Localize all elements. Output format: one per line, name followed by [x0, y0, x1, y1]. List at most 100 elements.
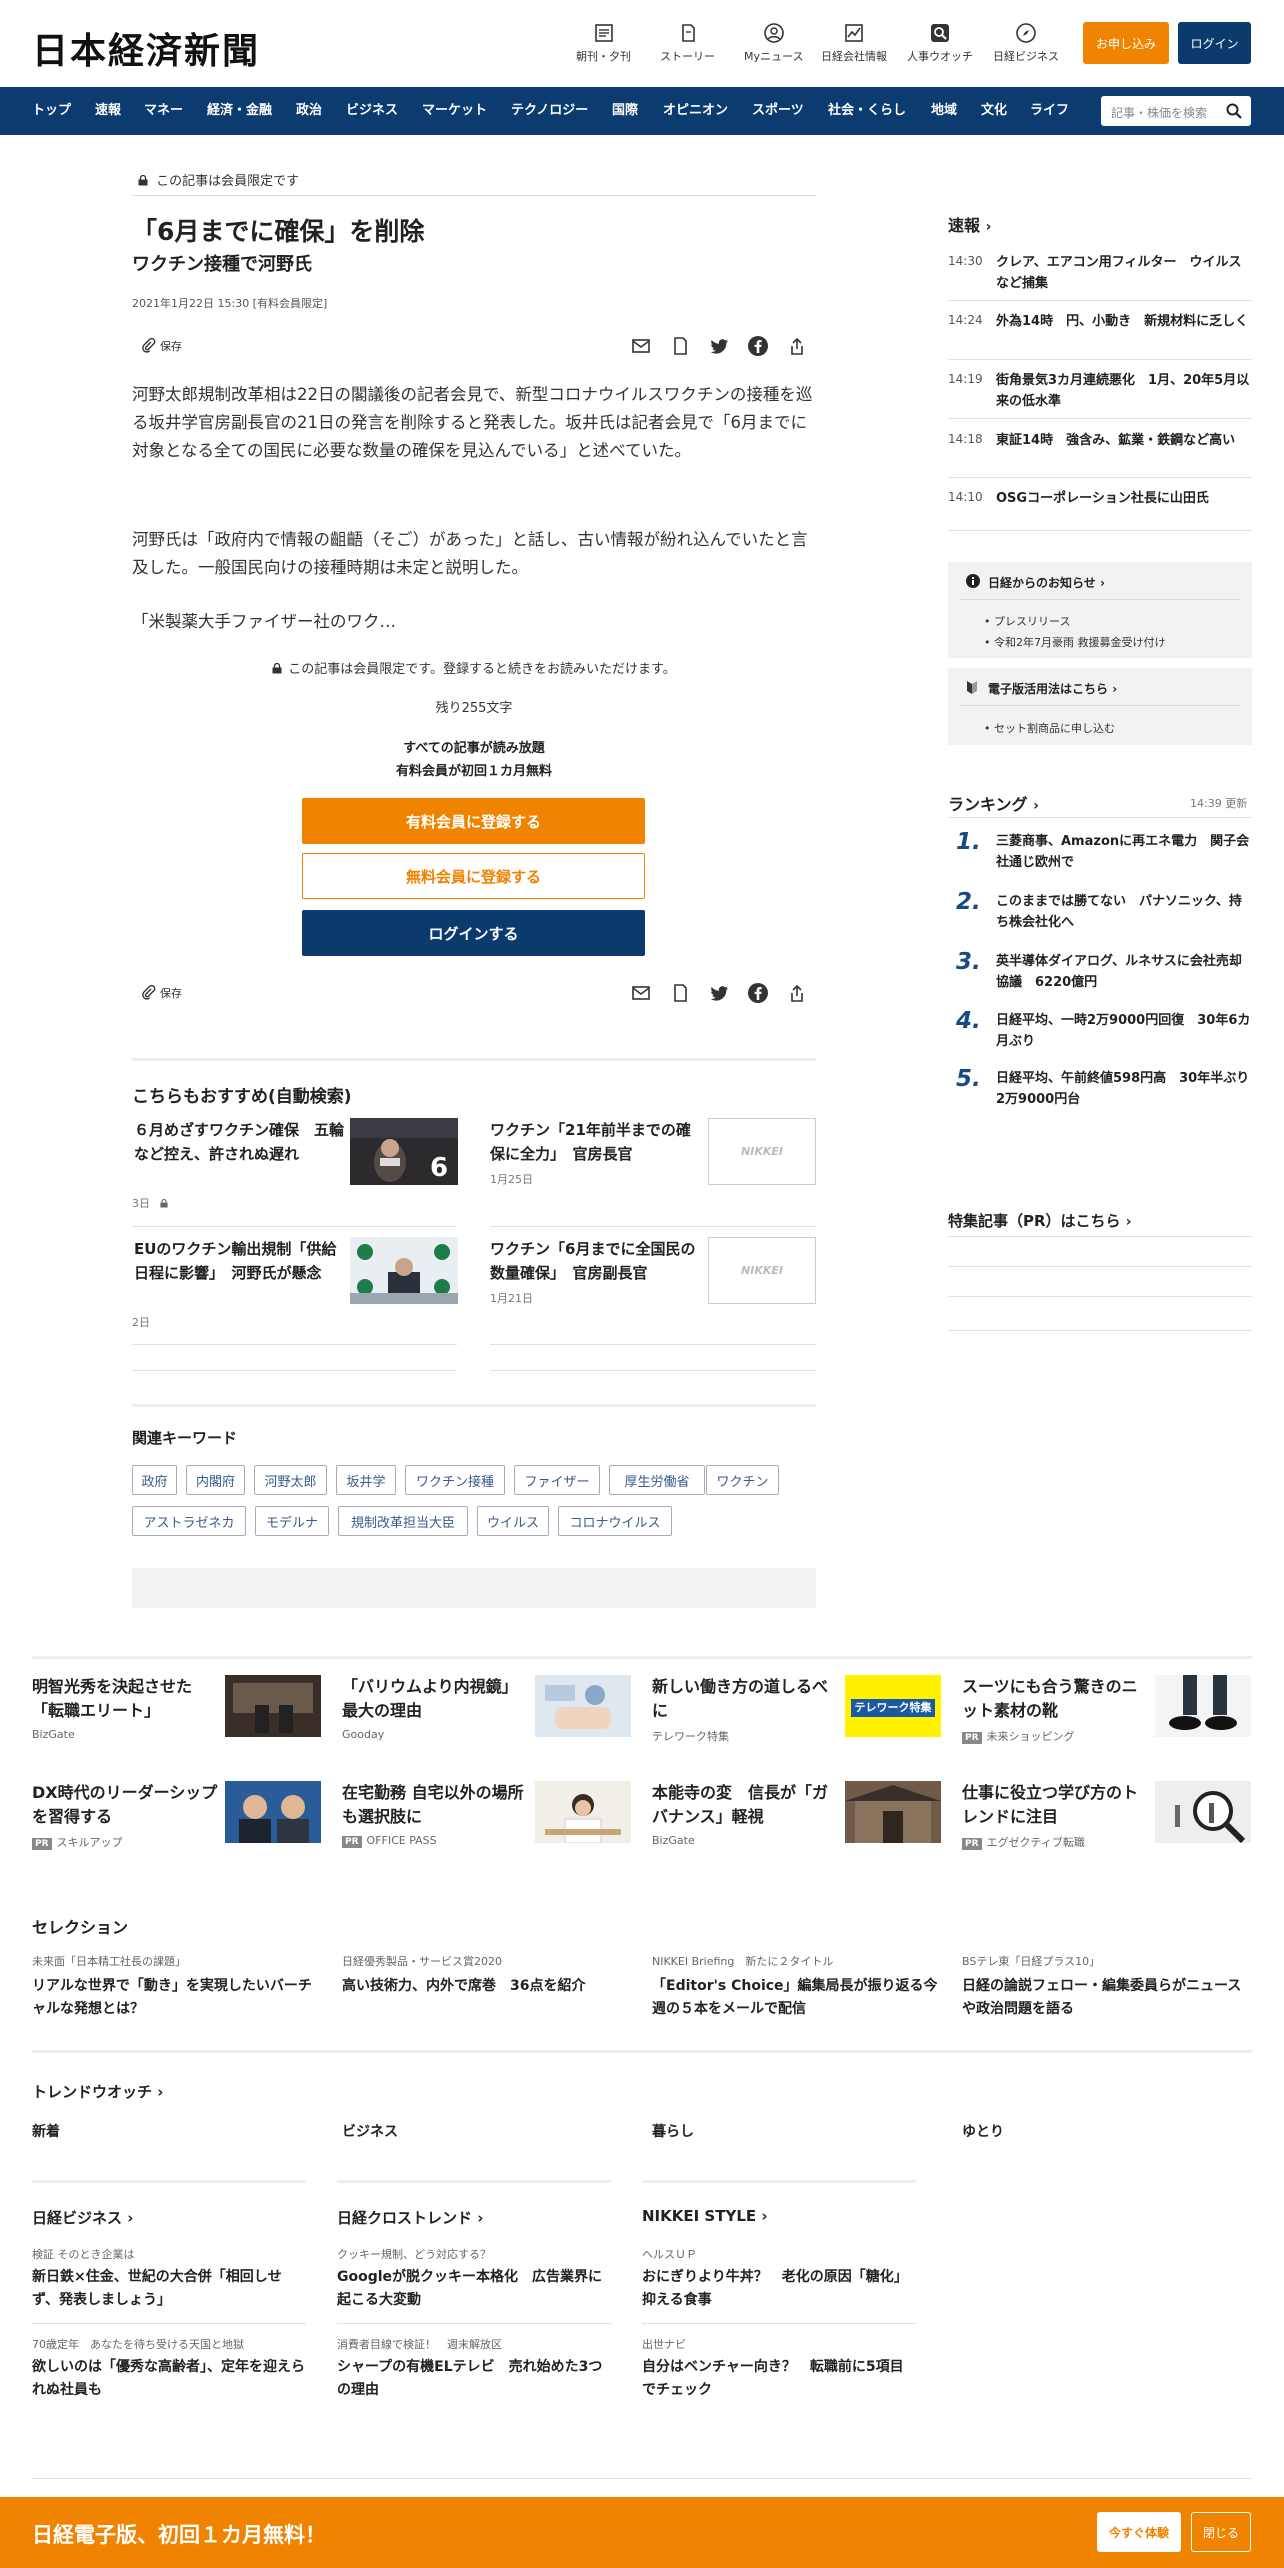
close-promo-button[interactable]: 閉じる [1191, 2512, 1251, 2552]
nav-item-market[interactable]: マーケット [422, 87, 487, 135]
clip-icon[interactable] [140, 984, 156, 1000]
keyword-tag[interactable]: 河野太郎 [254, 1465, 327, 1495]
pr-title[interactable]: スーツにも合う驚きのニット素材の靴 [962, 1675, 1152, 1723]
nikkei-logo[interactable]: 日本経済新聞 [32, 22, 260, 74]
twitter-icon[interactable] [708, 982, 730, 1004]
sokuho-item[interactable]: 14:10 OSGコーポレーション社長に山田氏 [948, 488, 1252, 522]
media-title[interactable]: シャープの有機ELテレビ 売れ始めた3つの理由 [337, 2356, 611, 2402]
clip-icon[interactable] [140, 337, 156, 353]
header-icon-mynews[interactable]: Myニュース [744, 22, 803, 64]
nav-item-economy[interactable]: 経済・金融 [207, 87, 272, 135]
bookmark-icon[interactable] [669, 335, 691, 357]
recommend-item[interactable]: ６月めざすワクチン確保 五輪など控え、許されぬ遅れ 3日 6 [132, 1118, 458, 1213]
notice-link[interactable]: • プレスリリース [984, 613, 1070, 629]
ranking-item[interactable]: 1. 三菱商事、Amazonに再エネ電力 関子会社通じ欧州で [948, 829, 1252, 876]
save-button[interactable]: 保存 [160, 985, 182, 1001]
facebook-icon[interactable] [747, 335, 769, 357]
selection-item[interactable]: NIKKEI Briefing 新たに２タイトル 「Editor's Choice… [652, 1953, 942, 2021]
ranking-item[interactable]: 4. 日経平均、一時2万9000円回復 30年6カ月ぶり [948, 1008, 1252, 1055]
sokuho-item[interactable]: 14:19 街角景気3カ月連続悪化 1月、20年5月以来の低水準 [948, 370, 1252, 415]
nav-item-money[interactable]: マネー [144, 87, 183, 135]
header-icon-story[interactable]: ストーリー [660, 22, 715, 64]
pr-card[interactable]: DX時代のリーダーシップを習得する PR スキルアップ [32, 1781, 322, 1851]
media-title[interactable]: 自分はベンチャー向き？ 転職前に5項目でチェック [642, 2356, 916, 2402]
pr-title[interactable]: 仕事に役立つ学び方のトレンドに注目 [962, 1781, 1152, 1829]
selection-item[interactable]: BSテレ東「日経プラス10」 日経の論説フェロー・編集委員らがニュースや政治問題を… [962, 1953, 1252, 2021]
media-item[interactable]: ヘルスＵＰ おにぎりより牛丼？ 老化の原因「糖化」抑える食事 [642, 2246, 916, 2312]
pr-title[interactable]: 「バリウムより内視鏡」 最大の理由 [342, 1675, 532, 1723]
nav-item-sports[interactable]: スポーツ [752, 87, 804, 135]
sokuho-item[interactable]: 14:24 外為14時 円、小動き 新規材料に乏しく [948, 311, 1252, 345]
recommend-item[interactable]: ワクチン「21年前半までの確保に全力」 官房長官 1月25日 NIKKEI [490, 1118, 816, 1213]
share-icon[interactable] [786, 335, 808, 357]
recommend-item[interactable]: ワクチン「6月までに全国民の数量確保」 官房副長官 1月21日 NIKKEI [490, 1237, 816, 1332]
recommend-title[interactable]: ワクチン「6月までに全国民の数量確保」 官房副長官 [490, 1237, 700, 1285]
ranking-item[interactable]: 5. 日経平均、午前終値598円高 30年半ぶり2万9000円台 [948, 1066, 1252, 1113]
header-icon-jinji[interactable]: 人事ウオッチ [907, 22, 973, 64]
selection-item[interactable]: 日経優秀製品・サービス賞2020 高い技術力、内外で席巻 36点を紹介 [342, 1953, 632, 1998]
media-title[interactable]: 欲しいのは「優秀な高齢者」、定年を迎えられぬ社員も [32, 2356, 306, 2402]
pr-title[interactable]: 明智光秀を決起させた「転職エリート」 [32, 1675, 222, 1723]
search-icon[interactable] [1225, 102, 1243, 120]
media-heading[interactable]: NIKKEI STYLE › [642, 2207, 768, 2225]
pr-card[interactable]: 本能寺の変 信長が「ガバナンス」軽視 BizGate [652, 1781, 942, 1851]
nav-item-society[interactable]: 社会・くらし [828, 87, 906, 135]
sokuho-item[interactable]: 14:18 東証14時 強含み、鉱業・鉄鋼など高い [948, 430, 1252, 464]
keyword-tag[interactable]: ファイザー [514, 1465, 600, 1495]
nav-item-life[interactable]: ライフ [1030, 87, 1069, 135]
pr-card[interactable]: 明智光秀を決起させた「転職エリート」 BizGate [32, 1675, 322, 1745]
keyword-tag[interactable]: 規制改革担当大臣 [338, 1506, 468, 1536]
pr-title[interactable]: 新しい働き方の道しるべに [652, 1675, 842, 1723]
guide-heading[interactable]: 電子版活用法はこちら › [988, 680, 1117, 697]
trend-col[interactable]: 暮らし [652, 2121, 694, 2141]
bookmark-icon[interactable] [669, 982, 691, 1004]
selection-title[interactable]: 日経の論説フェロー・編集委員らがニュースや政治問題を語る [962, 1975, 1252, 2021]
keyword-tag[interactable]: 政府 [132, 1465, 177, 1495]
mail-icon[interactable] [630, 335, 652, 357]
guide-link[interactable]: • セット割商品に申し込む [984, 720, 1115, 736]
notice-heading[interactable]: 日経からのお知らせ › [988, 574, 1105, 591]
keyword-tag[interactable]: 坂井学 [336, 1465, 396, 1495]
pr-card[interactable]: スーツにも合う驚きのニット素材の靴 PR 未来ショッピング [962, 1675, 1252, 1745]
sokuho-item[interactable]: 14:30 クレア、エアコン用フィルター ウイルスなど捕集 [948, 252, 1252, 297]
trend-col[interactable]: ゆとり [962, 2121, 1004, 2141]
media-item[interactable]: 検証 そのとき企業は 新日鉄×住金、世紀の大合併「相回しせず、発表しましょう」 [32, 2246, 306, 2312]
notice-link[interactable]: • 令和2年7月豪雨 救援募金受け付け [984, 634, 1166, 650]
selection-title[interactable]: 「Editor's Choice」編集局長が振り返る今週の５本をメールで配信 [652, 1975, 942, 2021]
media-title[interactable]: おにぎりより牛丼？ 老化の原因「糖化」抑える食事 [642, 2266, 916, 2312]
sokuho-text[interactable]: 外為14時 円、小動き 新規材料に乏しく [996, 311, 1252, 332]
apply-button[interactable]: お申し込み [1083, 22, 1169, 64]
save-button[interactable]: 保存 [160, 338, 182, 354]
nav-item-opinion[interactable]: オピニオン [663, 87, 728, 135]
sokuho-text[interactable]: OSGコーポレーション社長に山田氏 [996, 488, 1252, 509]
selection-item[interactable]: 未来面「日本精工社長の課題」 リアルな世界で「動き」を実現したいバーチャルな発想と… [32, 1953, 322, 2021]
keyword-tag[interactable]: アストラゼネカ [132, 1506, 246, 1536]
sokuho-text[interactable]: 街角景気3カ月連続悪化 1月、20年5月以来の低水準 [996, 370, 1252, 412]
nav-item-technology[interactable]: テクノロジー [511, 87, 588, 135]
pr-card[interactable]: 新しい働き方の道しるべに テレワーク特集 テレワーク特集 [652, 1675, 942, 1745]
keyword-tag[interactable]: コロナウイルス [558, 1506, 672, 1536]
nav-item-international[interactable]: 国際 [612, 87, 638, 135]
try-now-button[interactable]: 今すぐ体験 [1097, 2512, 1181, 2552]
keyword-tag[interactable]: モデルナ [255, 1506, 329, 1536]
trend-heading[interactable]: トレンドウオッチ › [32, 2081, 163, 2102]
media-title[interactable]: Googleが脱クッキー本格化 広告業界に起こる大変動 [337, 2266, 611, 2312]
media-heading[interactable]: 日経クロストレンド › [337, 2207, 483, 2228]
rank-text[interactable]: このままでは勝てない パナソニック、持ち株会社化へ [996, 891, 1252, 933]
selection-title[interactable]: 高い技術力、内外で席巻 36点を紹介 [342, 1975, 632, 1998]
pr-card[interactable]: 在宅勤務 自宅以外の場所も選択肢に PR OFFICE PASS [342, 1781, 632, 1851]
nav-item-politics[interactable]: 政治 [296, 87, 322, 135]
media-item[interactable]: 出世ナビ 自分はベンチャー向き？ 転職前に5項目でチェック [642, 2336, 916, 2402]
media-title[interactable]: 新日鉄×住金、世紀の大合併「相回しせず、発表しましょう」 [32, 2266, 306, 2312]
ranking-item[interactable]: 2. このままでは勝てない パナソニック、持ち株会社化へ [948, 889, 1252, 936]
recommend-title[interactable]: ６月めざすワクチン確保 五輪など控え、許されぬ遅れ [134, 1118, 344, 1166]
recommend-title[interactable]: ワクチン「21年前半までの確保に全力」 官房長官 [490, 1118, 700, 1166]
recommend-title[interactable]: EUのワクチン輸出規制「供給日程に影響」 河野氏が懸念 [134, 1237, 344, 1285]
sokuho-text[interactable]: クレア、エアコン用フィルター ウイルスなど捕集 [996, 252, 1252, 294]
nav-item-sokuho[interactable]: 速報 [95, 87, 121, 135]
pr-feature-heading[interactable]: 特集記事（PR）はこちら › [948, 1210, 1132, 1231]
media-heading[interactable]: 日経ビジネス › [32, 2207, 133, 2228]
register-paid-button[interactable]: 有料会員に登録する [302, 798, 645, 844]
recommend-item[interactable]: EUのワクチン輸出規制「供給日程に影響」 河野氏が懸念 2日 [132, 1237, 458, 1332]
register-free-button[interactable]: 無料会員に登録する [302, 853, 645, 899]
